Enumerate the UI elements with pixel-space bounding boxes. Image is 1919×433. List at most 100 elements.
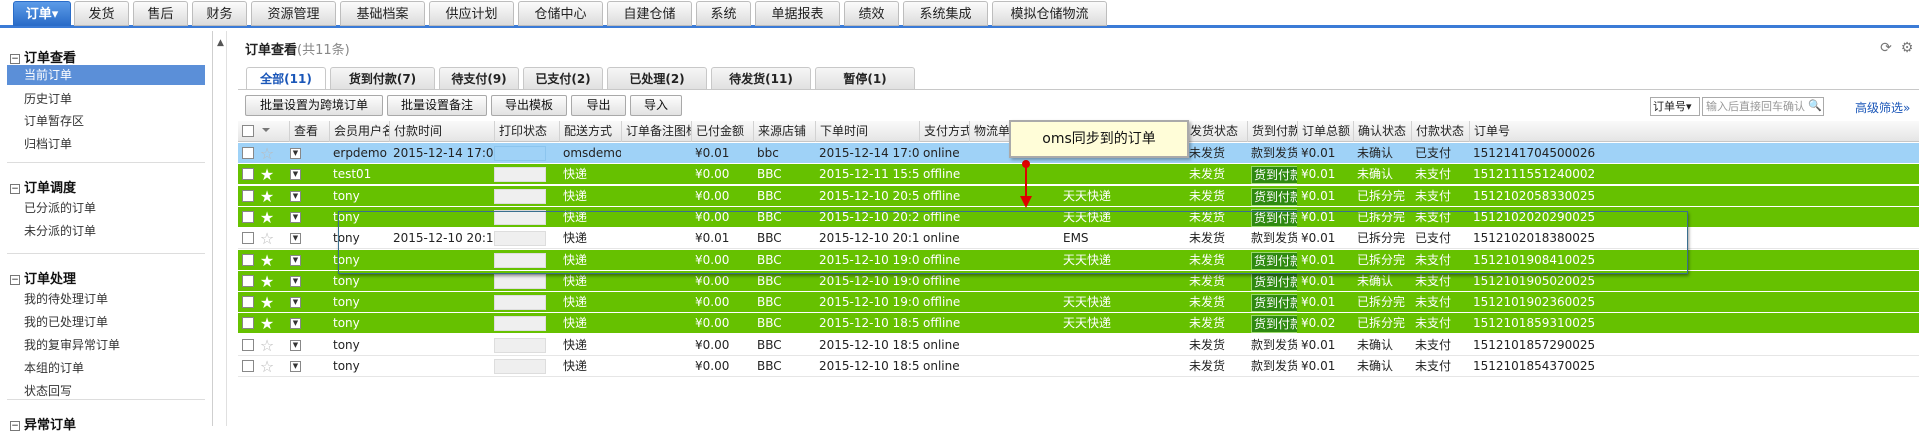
nav-tab-11[interactable]: 绩效 (844, 1, 899, 26)
nav-tab-7[interactable]: 仓储中心 (518, 1, 603, 26)
column-header-13[interactable]: 货到付款 (1247, 121, 1297, 142)
row-dropdown-icon[interactable]: ▼ (290, 361, 301, 372)
row-dropdown-icon[interactable]: ▼ (290, 254, 301, 266)
sidebar-item[interactable]: 未分派的订单 (24, 222, 96, 239)
row-dropdown-icon[interactable]: ▼ (290, 233, 301, 245)
table-row[interactable]: ☆ ▼ tony 快递 ¥0.00 BBC 2015-12-10 18:54:41 onlin… (238, 356, 1919, 377)
tab-5[interactable]: 待发货(11) (711, 67, 811, 90)
table-row[interactable]: ★ ▼ tony 快递 ¥0.00 BBC 2015-12-10 18:59:30 offli… (238, 313, 1919, 335)
row-checkbox[interactable] (242, 274, 254, 287)
row-dropdown-icon[interactable]: ▼ (290, 190, 301, 202)
toolbar-button-3[interactable]: 导出 (571, 95, 626, 116)
star-icon[interactable]: ★ (259, 186, 275, 207)
collapse-toggle[interactable]: ▲ (215, 31, 227, 426)
table-row[interactable]: ★ ▼ tony 快递 ¥0.00 BBC 2015-12-10 19:02:29 offli… (238, 292, 1919, 314)
column-header-14[interactable]: 订单总额 (1297, 121, 1353, 142)
collapse-icon[interactable]: − (10, 421, 20, 431)
refresh-icon[interactable]: ⟳ (1878, 40, 1894, 56)
toolbar-button-1[interactable]: 批量设置备注 (387, 95, 487, 116)
sidebar-item[interactable]: 我的待处理订单 (24, 290, 108, 307)
row-checkbox[interactable] (242, 210, 254, 223)
sidebar-item[interactable]: 我的复审异常订单 (24, 336, 120, 353)
nav-tab-6[interactable]: 供应计划 (429, 1, 514, 26)
column-header-1[interactable]: 会员用户名 (329, 121, 389, 142)
nav-tab-8[interactable]: 自建仓储 (607, 1, 692, 26)
search-icon[interactable]: 🔍 (1807, 98, 1823, 114)
row-checkbox[interactable] (242, 168, 254, 181)
star-icon[interactable]: ☆ (259, 228, 275, 249)
row-dropdown-icon[interactable]: ▼ (290, 211, 301, 223)
tab-0[interactable]: 全部(11) (246, 67, 326, 90)
toolbar-button-2[interactable]: 导出模板 (491, 95, 567, 116)
column-header-3[interactable]: 打印状态 (494, 121, 559, 142)
row-checkbox[interactable] (242, 189, 254, 202)
row-dropdown-icon[interactable]: ▼ (290, 148, 301, 159)
search-field-select[interactable]: 订单号▾ (1650, 97, 1700, 116)
nav-tab-13[interactable]: 模拟仓储物流 (992, 1, 1107, 26)
column-header-5[interactable]: 订单备注图标 (621, 121, 691, 142)
nav-tab-0[interactable]: 订单▾ (13, 1, 71, 26)
nav-tab-3[interactable]: 财务 (192, 1, 247, 26)
sidebar-item[interactable]: 我的已处理订单 (24, 313, 108, 330)
nav-tab-10[interactable]: 单据报表 (755, 1, 840, 26)
collapse-icon[interactable]: − (10, 54, 20, 64)
column-header-15[interactable]: 确认状态 (1353, 121, 1411, 142)
select-all-checkbox[interactable] (242, 125, 254, 137)
collapse-icon[interactable]: − (10, 184, 20, 194)
sidebar-item[interactable]: 归档订单 (24, 135, 72, 152)
sidebar-item[interactable]: 当前订单 (7, 65, 205, 85)
sidebar-section-0[interactable]: − 订单查看 (10, 47, 76, 66)
sidebar-item[interactable]: 历史订单 (24, 90, 72, 107)
star-icon[interactable]: ☆ (259, 356, 275, 377)
settings-icon[interactable]: ⚙ (1899, 40, 1915, 56)
column-header-17[interactable]: 订单号 (1469, 121, 1629, 142)
table-row[interactable]: ★ ▼ test01 快递 ¥0.00 BBC 2015-12-11 15:51:41 off… (238, 164, 1919, 186)
tab-1[interactable]: 货到付款(7) (330, 67, 435, 90)
star-icon[interactable]: ★ (259, 271, 275, 292)
row-dropdown-icon[interactable]: ▼ (290, 297, 301, 309)
toolbar-button-0[interactable]: 批量设置为跨境订单 (245, 95, 383, 116)
row-dropdown-icon[interactable]: ▼ (290, 275, 301, 287)
sidebar-item[interactable]: 订单暂存区 (24, 112, 84, 129)
row-checkbox[interactable] (242, 296, 254, 309)
tab-3[interactable]: 已支付(2) (523, 67, 603, 90)
sidebar-item[interactable]: 状态回写 (24, 382, 72, 399)
nav-tab-5[interactable]: 基础档案 (340, 1, 425, 26)
sort-indicator-icon[interactable] (262, 128, 270, 132)
toolbar-button-4[interactable]: 导入 (630, 95, 682, 116)
row-checkbox[interactable] (242, 317, 254, 330)
table-row[interactable]: ★ ▼ tony 快递 ¥0.00 BBC 2015-12-10 20:58:06 offli… (238, 185, 1919, 207)
column-header-0[interactable]: 查看 (289, 121, 328, 142)
column-header-4[interactable]: 配送方式 (559, 121, 621, 142)
row-dropdown-icon[interactable]: ▼ (290, 339, 301, 351)
star-icon[interactable]: ★ (259, 292, 275, 313)
column-header-9[interactable]: 支付方式 (919, 121, 969, 142)
star-icon[interactable]: ☆ (259, 143, 275, 164)
table-row[interactable]: ☆ ▼ tony 快递 ¥0.00 BBC 2015-12-10 18:57:27 onlin… (238, 334, 1919, 356)
column-header-7[interactable]: 来源店铺 (753, 121, 815, 142)
sidebar-section-1[interactable]: − 订单调度 (10, 177, 76, 196)
tab-2[interactable]: 待支付(9) (439, 67, 519, 90)
tab-4[interactable]: 已处理(2) (607, 67, 707, 90)
star-icon[interactable]: ★ (259, 250, 275, 271)
row-checkbox[interactable] (242, 360, 254, 372)
column-header-2[interactable]: 付款时间 (389, 121, 494, 142)
star-icon[interactable]: ★ (259, 207, 275, 228)
nav-tab-4[interactable]: 资源管理 (251, 1, 336, 26)
collapse-icon[interactable]: − (10, 275, 20, 285)
column-header-12[interactable]: 发货状态 (1185, 121, 1247, 142)
sidebar-section-3[interactable]: − 异常订单 (10, 414, 76, 433)
search-input[interactable] (1702, 97, 1824, 116)
column-header-16[interactable]: 付款状态 (1411, 121, 1469, 142)
nav-tab-9[interactable]: 系统 (696, 1, 751, 26)
tab-6[interactable]: 暂停(1) (815, 67, 915, 90)
star-icon[interactable]: ☆ (259, 335, 275, 356)
advanced-filter-link[interactable]: 高级筛选» (1855, 99, 1910, 116)
row-checkbox[interactable] (242, 253, 254, 266)
sidebar-item[interactable]: 已分派的订单 (24, 199, 96, 216)
star-icon[interactable]: ★ (259, 313, 275, 334)
sidebar-item[interactable]: 本组的订单 (24, 359, 84, 376)
row-checkbox[interactable] (242, 338, 254, 351)
star-icon[interactable]: ★ (259, 164, 275, 185)
row-dropdown-icon[interactable]: ▼ (290, 169, 301, 181)
